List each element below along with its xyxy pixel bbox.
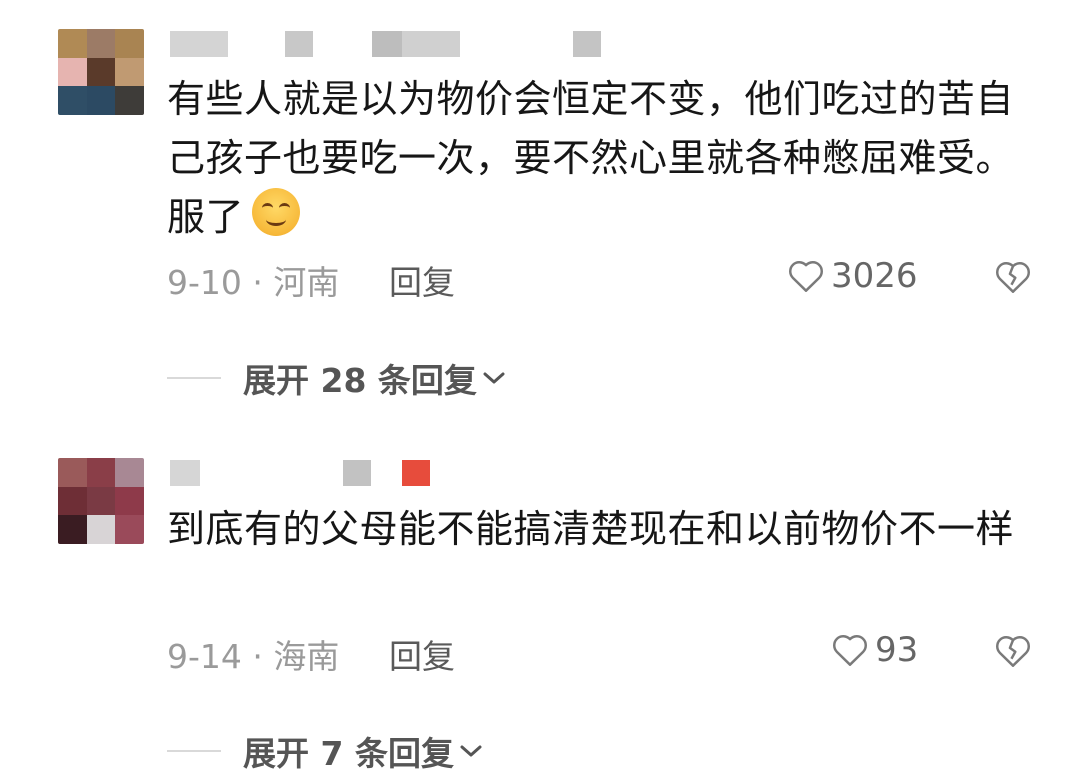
comment-text: 到底有的父母能不能搞清楚现在和以前物价不一样 xyxy=(167,507,1015,551)
reply-button[interactable]: 回复 xyxy=(389,256,455,304)
heart-outline-icon xyxy=(833,635,867,666)
avatar[interactable] xyxy=(58,458,144,544)
divider-line xyxy=(167,377,221,379)
like-button[interactable]: 3026 xyxy=(787,256,918,296)
broken-heart-icon[interactable] xyxy=(994,260,1032,294)
reply-button[interactable]: 回复 xyxy=(389,630,455,678)
divider-line xyxy=(167,750,221,752)
like-button[interactable]: 93 xyxy=(831,630,918,670)
chevron-down-icon xyxy=(483,372,505,384)
expand-replies-button[interactable]: 展开 28 条回复 xyxy=(167,356,507,400)
expand-replies-button[interactable]: 展开 7 条回复 xyxy=(167,729,484,773)
avatar[interactable] xyxy=(58,29,144,115)
broken-heart-icon[interactable] xyxy=(994,634,1032,668)
comment-text: 有些人就是以为物价会恒定不变，他们吃过的苦自己孩子也要吃一次，要不然心里就各种憋… xyxy=(167,77,1015,239)
date-location: 9-14 · 海南 xyxy=(167,637,340,676)
expand-replies-label: 展开 28 条回复 xyxy=(243,361,477,400)
comment-meta: 9-14 · 海南 回复 93 xyxy=(167,630,1047,676)
like-count: 93 xyxy=(875,630,919,670)
expand-replies-label: 展开 7 条回复 xyxy=(243,734,454,773)
like-count: 3026 xyxy=(831,256,918,296)
comment-meta: 9-10 · 河南 回复 3026 xyxy=(167,256,1047,302)
smiling-face-emoji-icon xyxy=(252,188,301,236)
chevron-down-icon xyxy=(460,745,482,757)
heart-outline-icon xyxy=(789,261,823,292)
date-location: 9-10 · 河南 xyxy=(167,263,340,302)
